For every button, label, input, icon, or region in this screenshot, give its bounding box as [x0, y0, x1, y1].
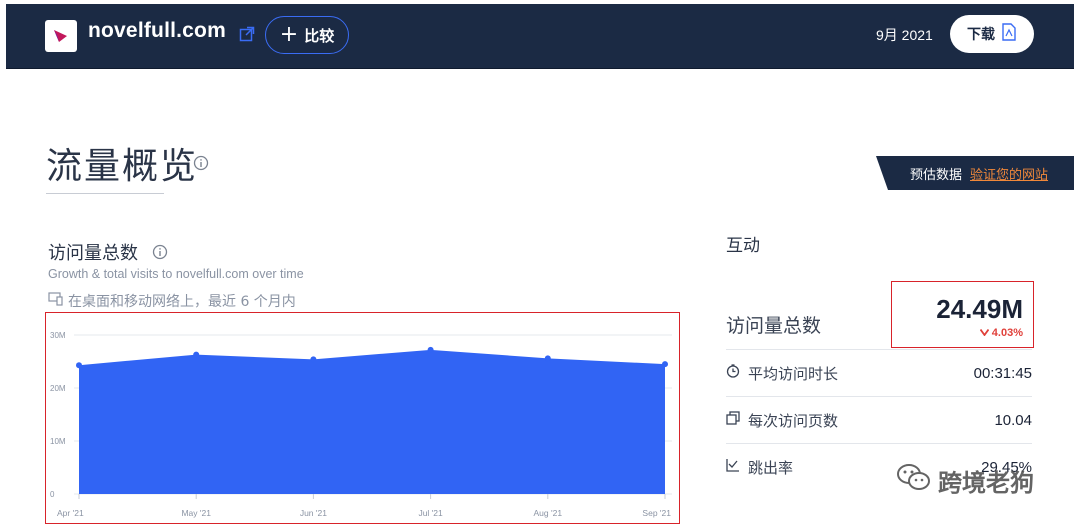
pages-icon	[726, 411, 740, 429]
total-visits-highlight: 24.49M 4.03%	[891, 281, 1034, 348]
x-tick-label: Aug '21	[534, 508, 563, 518]
data-point[interactable]	[544, 355, 551, 362]
visits-area-chart: 0 10M 20M 30M Apr '21 May '21 Jun '21 Jul '21 Au…	[50, 331, 672, 518]
metric-label: 每次访问页数	[748, 411, 839, 430]
verify-site-link[interactable]: 验证您的网站	[970, 164, 1048, 183]
visits-section-title: 访问量总数	[48, 243, 138, 264]
clock-icon	[726, 364, 740, 382]
wechat-icon	[896, 462, 932, 498]
title-divider	[46, 193, 164, 194]
metric-label: 平均访问时长	[748, 364, 839, 383]
date-range: 9月 2021	[876, 27, 933, 43]
devices-icon	[48, 292, 64, 310]
visits-subtitle: Growth & total visits to novelfull.com o…	[48, 267, 304, 281]
metric-row-pages-per-visit: 每次访问页数 10.04	[726, 396, 1032, 443]
total-visits-label: 访问量总数	[726, 315, 822, 337]
y-tick-label: 20M	[50, 384, 66, 393]
metric-value: 10.04	[994, 411, 1032, 429]
data-point[interactable]	[310, 356, 317, 363]
data-point[interactable]	[427, 346, 434, 353]
site-name[interactable]: novelfull.com	[88, 19, 226, 43]
metric-row-avg-duration: 平均访问时长 00:31:45	[726, 349, 1032, 396]
engagement-title: 互动	[726, 236, 760, 256]
y-tick-label: 0	[50, 490, 55, 499]
site-favicon	[45, 20, 77, 52]
total-visits-change: 4.03%	[979, 327, 1023, 339]
visits-chart: 0 10M 20M 30M Apr '21 May '21 Jun '21 Jul '21 Au…	[45, 312, 680, 524]
external-link-icon[interactable]	[239, 26, 255, 46]
bounce-icon	[726, 458, 740, 476]
x-tick-label: Sep '21	[642, 508, 671, 518]
data-point[interactable]	[193, 351, 200, 358]
data-point[interactable]	[662, 361, 668, 368]
page-title: 流量概览	[46, 146, 199, 187]
metric-value: 00:31:45	[973, 364, 1032, 382]
watermark: 跨境老狗	[896, 462, 1034, 498]
metric-label: 跳出率	[748, 458, 794, 477]
total-visits-value: 24.49M	[936, 294, 1023, 324]
visits-scope: 在桌面和移动网络上，最近 6 个月内	[48, 291, 296, 311]
info-icon[interactable]	[193, 155, 209, 175]
download-button[interactable]: 下载	[950, 15, 1034, 53]
estimate-label: 预估数据	[910, 167, 963, 183]
estimate-banner: 预估数据 验证您的网站	[876, 156, 1074, 190]
x-tick-label: Jun '21	[300, 508, 327, 518]
x-tick-label: Apr '21	[57, 508, 84, 518]
data-point[interactable]	[76, 362, 82, 369]
total-visits-change-value: 4.03%	[991, 327, 1023, 339]
top-bar: novelfull.com + 比较 9月 2021 下载	[6, 4, 1074, 69]
y-tick-label: 30M	[50, 331, 66, 340]
visits-area-series[interactable]	[79, 349, 665, 494]
watermark-text: 跨境老狗	[938, 468, 1034, 497]
x-tick-label: May '21	[181, 508, 211, 518]
visits-scope-text: 在桌面和移动网络上，最近 6 个月内	[68, 294, 296, 310]
plus-icon: +	[279, 22, 299, 47]
compare-button[interactable]: + 比较	[265, 16, 349, 54]
x-tick-label: Jul '21	[418, 508, 443, 518]
y-tick-label: 10M	[50, 437, 66, 446]
download-label: 下载	[967, 27, 995, 43]
down-arrow-icon	[979, 327, 992, 339]
compare-label: 比较	[304, 26, 335, 45]
info-icon[interactable]	[152, 244, 168, 264]
pdf-icon	[1001, 23, 1017, 45]
